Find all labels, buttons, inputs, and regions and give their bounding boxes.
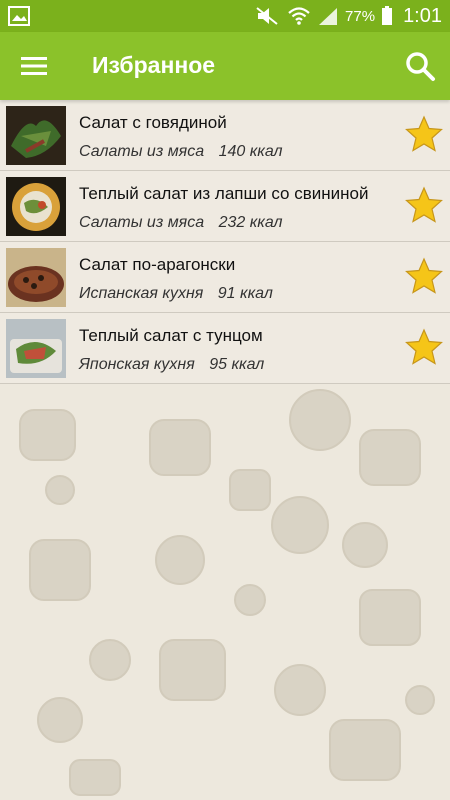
page-title: Избранное (92, 52, 216, 78)
recipe-calories: 95 ккал (209, 356, 265, 373)
favorite-star-icon[interactable] (404, 114, 444, 154)
recipe-category: Японская кухня (79, 356, 195, 373)
favorites-list: Салат с говядиной Салаты из мяса 140 кка… (0, 100, 450, 384)
menu-button[interactable] (14, 46, 54, 86)
search-icon (406, 52, 435, 81)
recipe-meta: Испанская кухня 91 ккал (79, 285, 273, 303)
favorite-star-icon[interactable] (404, 327, 444, 367)
list-item[interactable]: Теплый салат из лапши со свининой Салаты… (0, 171, 450, 242)
wifi-icon (288, 7, 310, 25)
app-bar: Избранное (0, 32, 450, 100)
recipe-category: Испанская кухня (79, 285, 204, 302)
favorite-star-icon[interactable] (404, 256, 444, 296)
recipe-calories: 91 ккал (217, 285, 273, 302)
recipe-category: Салаты из мяса (79, 214, 205, 231)
list-item[interactable]: Салат с говядиной Салаты из мяса 140 кка… (0, 100, 450, 171)
recipe-meta: Салаты из мяса 232 ккал (79, 214, 283, 232)
status-indicators: 77% 1:01 (255, 0, 442, 32)
recipe-thumbnail (6, 248, 66, 307)
status-bar: 77% 1:01 (0, 0, 450, 32)
recipe-name: Теплый салат с тунцом (79, 326, 263, 345)
menu-icon (21, 57, 47, 75)
search-button[interactable] (400, 46, 440, 86)
signal-icon (319, 8, 338, 25)
favorite-star-icon[interactable] (404, 185, 444, 225)
recipe-calories: 140 ккал (218, 143, 283, 160)
clock: 1:01 (403, 4, 442, 27)
recipe-thumbnail (6, 106, 66, 165)
recipe-meta: Салаты из мяса 140 ккал (79, 143, 283, 161)
recipe-name: Салат по-арагонски (79, 255, 236, 274)
recipe-thumbnail (6, 177, 66, 236)
mute-icon (256, 7, 278, 25)
gallery-notification-icon (8, 6, 30, 26)
battery-percentage: 77% (345, 7, 376, 25)
recipe-calories: 232 ккал (218, 214, 283, 231)
recipe-name: Салат с говядиной (79, 113, 227, 132)
list-item[interactable]: Салат по-арагонски Испанская кухня 91 кк… (0, 242, 450, 313)
list-item[interactable]: Теплый салат с тунцом Японская кухня 95 … (0, 313, 450, 384)
battery-icon (382, 6, 393, 25)
recipe-thumbnail (6, 319, 66, 378)
recipe-meta: Японская кухня 95 ккал (79, 356, 264, 374)
recipe-name: Теплый салат из лапши со свининой (79, 184, 369, 203)
recipe-category: Салаты из мяса (79, 143, 205, 160)
